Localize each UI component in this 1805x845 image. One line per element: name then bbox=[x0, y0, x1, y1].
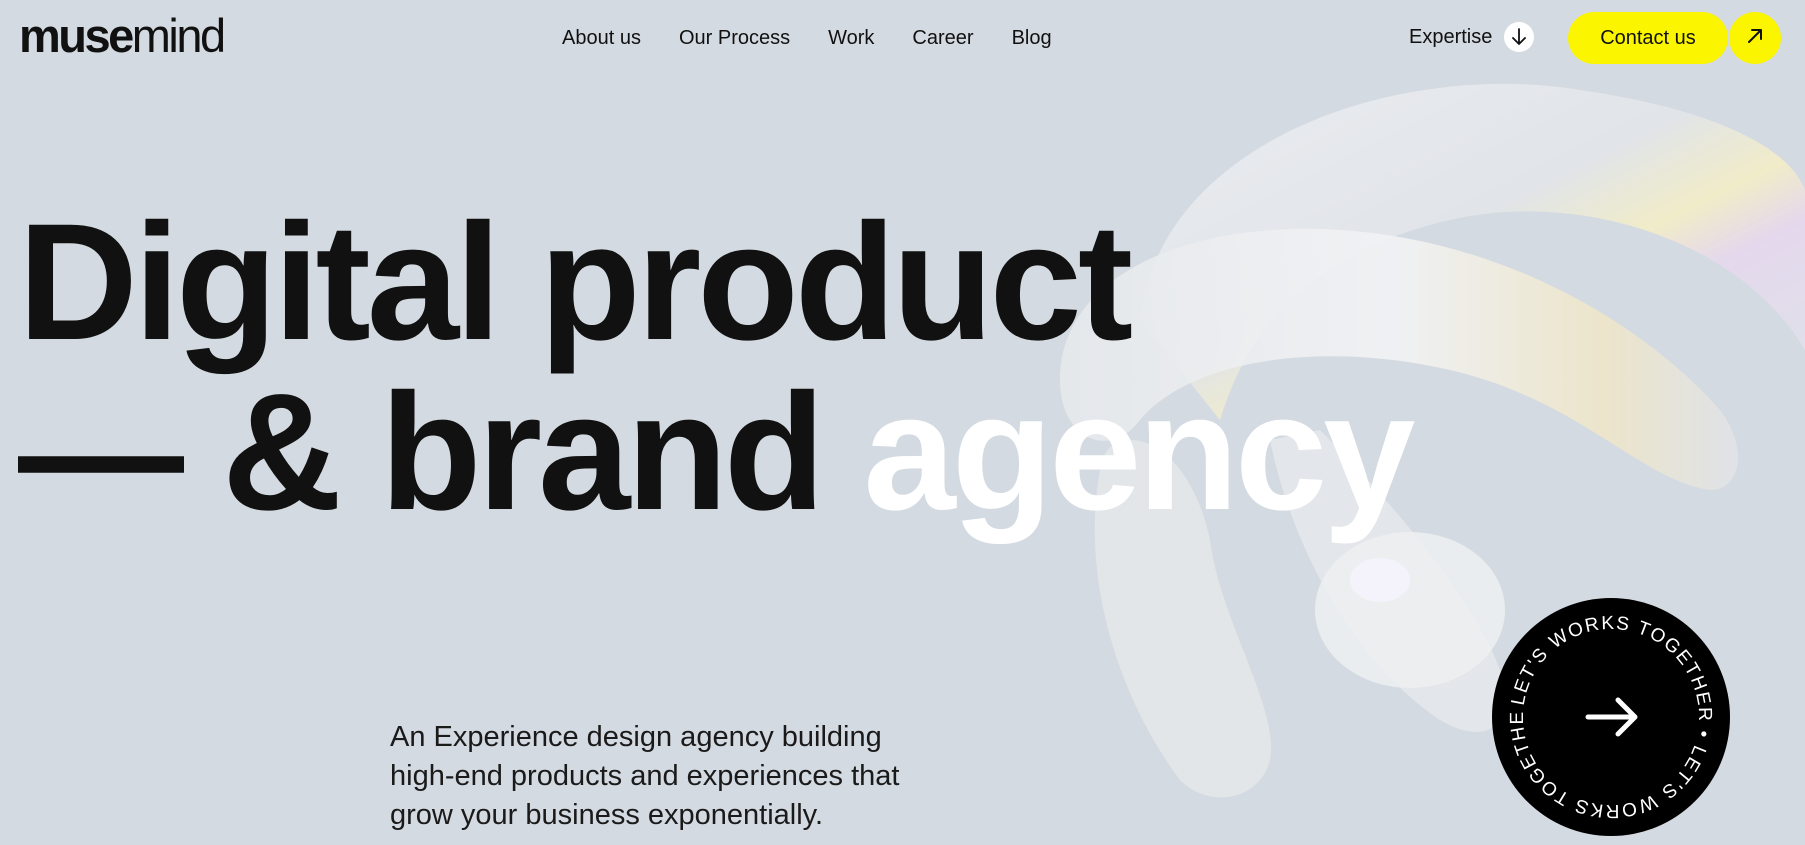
nav-career[interactable]: Career bbox=[912, 27, 973, 50]
expertise-dropdown[interactable]: Expertise bbox=[1409, 22, 1535, 52]
headline-line-1: Digital product bbox=[18, 190, 1133, 375]
contact-us-label: Contact us bbox=[1600, 26, 1696, 49]
musemind-logo[interactable]: musemind bbox=[19, 9, 226, 62]
expertise-label: Expertise bbox=[1409, 25, 1493, 48]
nav-work[interactable]: Work bbox=[828, 27, 874, 50]
nav-about-us[interactable]: About us bbox=[562, 27, 641, 50]
nav-our-process[interactable]: Our Process bbox=[679, 27, 790, 50]
logo-bold-text: muse bbox=[19, 9, 134, 62]
lets-work-together-badge[interactable]: LET'S WORKS TOGETHER • LET'S WORKS TOGET… bbox=[1492, 598, 1730, 836]
nav-blog[interactable]: Blog bbox=[1012, 27, 1052, 50]
contact-us-button[interactable]: Contact us bbox=[1568, 12, 1728, 64]
arrow-down-icon bbox=[1504, 22, 1535, 52]
hero-tagline: An Experience design agency building hig… bbox=[390, 721, 900, 831]
headline-accent-text: agency bbox=[863, 360, 1415, 545]
arrow-up-right-icon bbox=[1746, 27, 1764, 50]
hero-headline: Digital product — & brand agency bbox=[18, 190, 1415, 538]
main-nav: About us Our Process Work Career Blog bbox=[562, 27, 1052, 50]
headline-line-2: — & brand agency bbox=[18, 368, 1415, 538]
contact-arrow-button[interactable] bbox=[1729, 12, 1781, 64]
logo-thin-text: mind bbox=[131, 9, 226, 62]
headline-dark-text: — & brand bbox=[18, 360, 825, 545]
